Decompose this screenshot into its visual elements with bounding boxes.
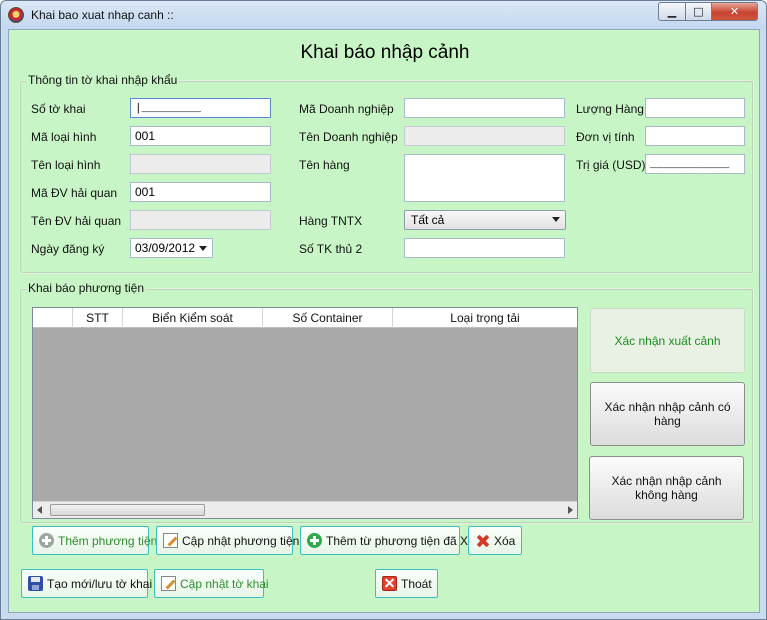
delete-icon	[475, 533, 490, 548]
ma-doanh-nghiep-label: Mã Doanh nghiệp	[299, 102, 394, 116]
vehicle-group-title: Khai báo phương tiện	[26, 281, 146, 295]
ngay-dang-ky-value: 03/09/2012	[135, 241, 196, 255]
grid-col-loai-trong-tai[interactable]: Loại trọng tải	[393, 308, 577, 328]
scroll-thumb[interactable]	[50, 504, 205, 516]
grid-col-stt[interactable]: STT	[73, 308, 123, 328]
app-emblem-icon	[8, 7, 24, 23]
close-button[interactable]: ✕	[711, 2, 758, 21]
xac-nhan-nhap-canh-co-hang-button[interactable]: Xác nhận nhập cảnh có hàng	[590, 382, 745, 446]
thoat-label: Thoát	[401, 576, 432, 591]
them-phuong-tien-button[interactable]: Thêm phương tiện	[32, 526, 157, 555]
cap-nhat-to-khai-label: Cập nhật tờ khai	[180, 576, 269, 591]
maximize-button[interactable]: □	[685, 2, 712, 21]
don-vi-tinh-label: Đơn vị tính	[576, 130, 635, 144]
ngay-dang-ky-label: Ngày đăng ký	[31, 242, 105, 256]
luong-hang-input[interactable]	[645, 98, 745, 118]
grid-col-selector[interactable]	[33, 308, 73, 328]
ten-doanh-nghiep-label: Tên Doanh nghiệp	[299, 130, 398, 144]
so-to-khai-mask: |_________	[135, 103, 202, 115]
save-icon	[28, 576, 43, 591]
ten-dv-hai-quan-label: Tên ĐV hải quan	[31, 214, 122, 228]
xac-nhan-nhap-canh-khong-hang-button[interactable]: Xác nhận nhập cảnh không hàng	[589, 456, 744, 520]
luong-hang-label: Lượng Hàng	[576, 102, 644, 116]
exit-icon	[382, 576, 397, 591]
declaration-group-title: Thông tin tờ khai nhập khẩu	[26, 73, 180, 87]
hang-tntx-selected: Tất cả	[411, 213, 445, 227]
them-tu-phuong-tien-xk-button[interactable]: Thêm từ phương tiện đã XK	[300, 526, 476, 555]
grid-col-so-container[interactable]: Số Container	[263, 308, 393, 328]
title-bar[interactable]: Khai bao xuat nhap canh :: ▁ □ ✕	[1, 1, 766, 29]
ngay-dang-ky-datepicker[interactable]: 03/09/2012	[130, 238, 213, 258]
edit-icon	[163, 533, 178, 548]
them-phuong-tien-label: Thêm phương tiện	[58, 533, 158, 548]
cap-nhat-to-khai-button[interactable]: Cập nhật tờ khai	[154, 569, 269, 598]
ma-dv-hai-quan-input[interactable]: 001	[130, 182, 271, 202]
window-title: Khai bao xuat nhap canh ::	[31, 8, 174, 22]
ten-hang-textarea[interactable]	[404, 154, 565, 202]
thoat-button[interactable]: Thoát	[375, 569, 438, 598]
ten-doanh-nghiep-input	[404, 126, 565, 146]
scroll-left-icon[interactable]	[37, 506, 42, 514]
grid-horizontal-scrollbar[interactable]	[33, 501, 577, 518]
xoa-label: Xóa	[494, 533, 516, 548]
hang-tntx-select[interactable]: Tất cả	[404, 210, 566, 230]
don-vi-tinh-input[interactable]	[645, 126, 745, 146]
ma-loai-hinh-label: Mã loại hình	[31, 130, 97, 144]
xoa-button[interactable]: Xóa	[468, 526, 522, 555]
so-tk-thu-2-input[interactable]	[404, 238, 565, 258]
edit-icon	[161, 576, 176, 591]
ma-doanh-nghiep-input[interactable]	[404, 98, 565, 118]
scroll-right-icon[interactable]	[568, 506, 573, 514]
grid-col-bien-kiem-soat[interactable]: Biển Kiểm soát	[123, 308, 263, 328]
xac-nhan-xuat-canh-button[interactable]: Xác nhận xuất cảnh	[590, 308, 745, 373]
tri-gia-mask: ____________	[650, 159, 730, 171]
hang-tntx-label: Hàng TNTX	[299, 214, 363, 228]
so-to-khai-label: Số tờ khai	[31, 102, 86, 116]
grid-header: STT Biển Kiểm soát Số Container Loại trọ…	[33, 308, 577, 328]
minimize-button[interactable]: ▁	[658, 2, 686, 21]
tao-moi-luu-to-khai-button[interactable]: Tạo mới/lưu tờ khai	[21, 569, 152, 598]
ma-dv-hai-quan-label: Mã ĐV hải quan	[31, 186, 118, 200]
chevron-down-icon[interactable]	[552, 217, 560, 222]
ten-loai-hinh-input	[130, 154, 271, 174]
add-icon	[39, 533, 54, 548]
ten-dv-hai-quan-input	[130, 210, 271, 230]
tri-gia-input[interactable]: ____________	[645, 154, 745, 174]
chevron-down-icon[interactable]	[199, 246, 207, 251]
page-title: Khai báo nhập cảnh	[300, 42, 470, 63]
them-tu-phuong-tien-xk-label: Thêm từ phương tiện đã XK	[326, 533, 477, 548]
add-icon	[307, 533, 322, 548]
cap-nhat-phuong-tien-button[interactable]: Cập nhật phương tiện	[156, 526, 299, 555]
tao-moi-luu-to-khai-label: Tạo mới/lưu tờ khai	[47, 576, 153, 591]
cap-nhat-phuong-tien-label: Cập nhật phương tiện	[182, 533, 300, 548]
ten-loai-hinh-label: Tên loại hình	[31, 158, 101, 172]
ten-hang-label: Tên hàng	[299, 158, 350, 172]
ma-loai-hinh-input[interactable]: 001	[130, 126, 271, 146]
so-to-khai-input[interactable]: |_________	[130, 98, 271, 118]
tri-gia-label: Trị giá (USD)	[576, 158, 646, 172]
form-body: Khai báo nhập cảnh Thông tin tờ khai nhậ…	[8, 29, 760, 613]
so-tk-thu-2-label: Số TK thủ 2	[299, 242, 363, 256]
app-window: Khai bao xuat nhap canh :: ▁ □ ✕ Khai bá…	[0, 0, 767, 620]
vehicle-grid[interactable]: STT Biển Kiểm soát Số Container Loại trọ…	[32, 307, 578, 519]
